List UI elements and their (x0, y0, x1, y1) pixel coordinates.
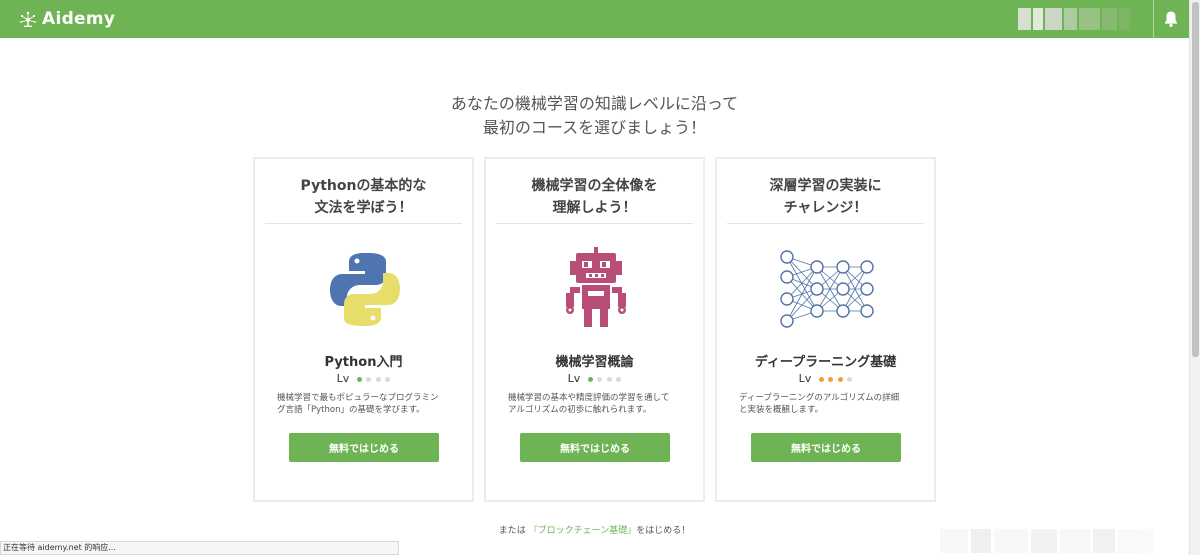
hero-heading-line1: あなたの機械学習の知識レベルに沿って (450, 94, 739, 113)
level-dot (616, 376, 622, 382)
level-dot (847, 376, 853, 382)
card-title-line1: 深層学習の実装に (769, 178, 882, 194)
scrollbar-thumb[interactable] (1192, 2, 1199, 357)
card-title-line1: 機械学習の全体像を (531, 178, 658, 194)
card-title-line1: Pythonの基本的な (300, 178, 427, 194)
start-free-button[interactable]: 無料ではじめる (520, 433, 670, 462)
level-dot (606, 376, 612, 382)
neural-network-icon (780, 250, 874, 328)
card-title: Pythonの基本的な 文法を学ぼう！ (255, 175, 472, 219)
brand-name: Aidemy (42, 9, 116, 29)
browser-status-bar: 正在等待 aidemy.net 的响应... (0, 541, 399, 555)
course-description-line1: ディープラーニングのアルゴリズムの詳細 (739, 393, 900, 403)
level-dot (587, 376, 593, 382)
course-name: Python入門 (324, 355, 403, 370)
course-card-python[interactable]: Pythonの基本的な 文法を学ぼう！ Python入門 Lv 機械学習で最もポ… (253, 157, 474, 502)
course-name: ディープラーニング基礎 (754, 355, 897, 370)
course-description-line2: と実装を概観します。 (739, 405, 824, 415)
sparkle-logo-icon (20, 11, 36, 27)
level-dot (828, 376, 834, 382)
start-free-button[interactable]: 無料ではじめる (751, 433, 901, 462)
course-description-line1: 機械学習の基本や精度評価の学習を通して (508, 393, 670, 403)
level-dot (356, 376, 362, 382)
level-indicator: Lv (255, 372, 472, 385)
topbar-divider (1153, 0, 1154, 38)
level-indicator: Lv (717, 372, 934, 385)
level-label: Lv (798, 372, 812, 385)
card-divider (265, 223, 462, 224)
level-indicator: Lv (486, 372, 703, 385)
course-name: 機械学習概論 (555, 355, 634, 370)
robot-icon (566, 247, 626, 327)
blockchain-course-link[interactable]: 『ブロックチェーン基礎』 (529, 526, 637, 536)
top-navigation-bar: Aidemy (0, 0, 1189, 38)
level-dot (385, 376, 391, 382)
level-label: Lv (567, 372, 581, 385)
brand-logo[interactable]: Aidemy (18, 9, 115, 29)
hero-heading-line2: 最初のコースを選びましょう！ (482, 118, 707, 137)
level-dot (597, 376, 603, 382)
course-description: 機械学習の基本や精度評価の学習を通して アルゴリズムの初歩に触れられます。 (508, 392, 688, 416)
level-dot (818, 376, 824, 382)
card-title-line2: 文法を学ぼう！ (314, 200, 413, 216)
alternative-suffix: をはじめる！ (636, 526, 691, 536)
level-label: Lv (336, 372, 350, 385)
obscured-region (940, 529, 1188, 553)
start-free-button[interactable]: 無料ではじめる (289, 433, 439, 462)
course-description: 機械学習で最もポピュラーなプログラミン グ言語「Python」の基礎を学びます。 (277, 392, 457, 416)
card-divider (727, 223, 924, 224)
python-logo-icon (330, 253, 400, 326)
card-title-line2: チャレンジ！ (783, 200, 868, 216)
course-card-ml-intro[interactable]: 機械学習の全体像を 理解しよう！ 機械学習概論 Lv 機械学習の基本や精度評価の… (484, 157, 705, 502)
user-account-menu[interactable] (1018, 8, 1130, 30)
bell-icon[interactable] (1163, 10, 1179, 28)
alternative-prefix: または (498, 526, 526, 536)
level-dot (375, 376, 381, 382)
page-scrollbar[interactable] (1189, 0, 1200, 555)
card-divider (496, 223, 693, 224)
course-description-line2: グ言語「Python」の基礎を学びます。 (277, 405, 425, 415)
card-title: 機械学習の全体像を 理解しよう！ (486, 175, 703, 219)
course-description: ディープラーニングのアルゴリズムの詳細 と実装を概観します。 (739, 392, 919, 416)
course-description-line2: アルゴリズムの初歩に触れられます。 (508, 405, 652, 415)
course-description-line1: 機械学習で最もポピュラーなプログラミン (277, 393, 439, 403)
level-dot (366, 376, 372, 382)
course-card-deep-learning[interactable]: 深層学習の実装に チャレンジ！ ディープラーニング基礎 Lv ディープラーニング… (715, 157, 936, 502)
level-dot (837, 376, 843, 382)
card-title-line2: 理解しよう！ (552, 200, 637, 216)
card-title: 深層学習の実装に チャレンジ！ (717, 175, 934, 219)
